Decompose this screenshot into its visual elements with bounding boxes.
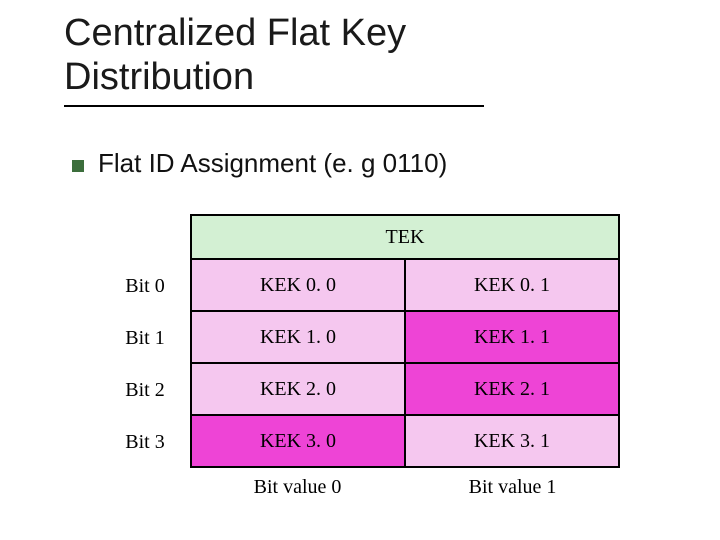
- kek-table: TEK KEK 0. 0 KEK 0. 1 KEK 1. 0 KEK 1. 1 …: [190, 214, 620, 468]
- cell-2-0: KEK 2. 0: [191, 363, 405, 415]
- title-line-2: Distribution: [64, 56, 254, 98]
- table-row: KEK 1. 0 KEK 1. 1: [191, 311, 619, 363]
- cell-0-1: KEK 0. 1: [405, 259, 619, 311]
- footer-row: Bit value 0 Bit value 1: [190, 476, 620, 499]
- cell-1-0: KEK 1. 0: [191, 311, 405, 363]
- title-line-1: Centralized Flat Key: [64, 12, 406, 54]
- row-labels: Bit 0 Bit 1 Bit 2 Bit 3: [110, 260, 180, 468]
- footer-bitvalue-0: Bit value 0: [190, 476, 405, 499]
- cell-2-1: KEK 2. 1: [405, 363, 619, 415]
- cell-1-1: KEK 1. 1: [405, 311, 619, 363]
- slide: Centralized Flat Key Distribution Flat I…: [0, 0, 720, 540]
- title-underline: [64, 105, 484, 107]
- table-row: KEK 3. 0 KEK 3. 1: [191, 415, 619, 467]
- bullet-icon: [72, 160, 84, 172]
- kek-table-wrap: TEK KEK 0. 0 KEK 0. 1 KEK 1. 0 KEK 1. 1 …: [190, 214, 620, 468]
- subtitle-text: Flat ID Assignment (e. g 0110): [98, 148, 447, 179]
- table-row: KEK 2. 0 KEK 2. 1: [191, 363, 619, 415]
- subtitle-row: Flat ID Assignment (e. g 0110): [72, 148, 447, 179]
- cell-3-1: KEK 3. 1: [405, 415, 619, 467]
- row-label-1: Bit 1: [110, 312, 180, 364]
- slide-title: Centralized Flat Key Distribution: [64, 12, 680, 99]
- tek-header: TEK: [191, 215, 619, 259]
- title-area: Centralized Flat Key Distribution: [64, 12, 680, 107]
- row-label-2: Bit 2: [110, 364, 180, 416]
- row-label-0: Bit 0: [110, 260, 180, 312]
- cell-0-0: KEK 0. 0: [191, 259, 405, 311]
- table-row: KEK 0. 0 KEK 0. 1: [191, 259, 619, 311]
- footer-bitvalue-1: Bit value 1: [405, 476, 620, 499]
- row-label-3: Bit 3: [110, 416, 180, 468]
- cell-3-0: KEK 3. 0: [191, 415, 405, 467]
